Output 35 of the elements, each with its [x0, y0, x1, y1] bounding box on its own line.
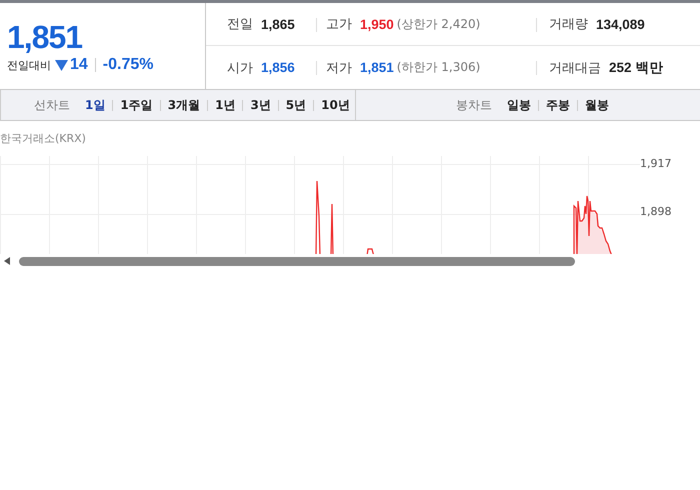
stat-note: (하한가 1,306)	[396, 59, 480, 76]
change-amount: 14	[70, 56, 88, 74]
stat-label: 저가	[326, 60, 352, 76]
period-tab[interactable]: 주봉	[546, 96, 570, 114]
period-tab[interactable]: 10년	[321, 96, 350, 114]
stat-value: 1,950	[360, 16, 394, 32]
change-label: 전일대비	[7, 58, 51, 72]
period-tab[interactable]: 월봉	[585, 96, 609, 114]
chart-type-label: 봉차트	[456, 96, 492, 114]
period-tab[interactable]: 1년	[215, 96, 236, 114]
stat-label: 고가	[326, 16, 352, 33]
data-source-label: 한국거래소(KRX)	[0, 131, 87, 147]
stat-label: 거래대금	[549, 60, 601, 76]
period-tab[interactable]: 5년	[286, 96, 306, 114]
current-price: 1,851	[7, 19, 84, 55]
scrollbar-thumb[interactable]	[19, 256, 575, 266]
chart-type-label: 선차트	[34, 96, 70, 114]
stat-value: 1,851	[360, 60, 394, 75]
stat-note: (상한가 2,420)	[396, 16, 480, 32]
period-tab[interactable]: 1주일	[120, 96, 153, 114]
stat-label: 전일	[227, 16, 253, 33]
period-tab[interactable]: 1일	[85, 96, 106, 114]
stat-label: 시가	[227, 60, 253, 76]
change-rate: -0.75%	[102, 56, 154, 74]
period-tab[interactable]: 3개월	[168, 96, 200, 114]
stat-value: 252 백만	[609, 58, 664, 76]
stat-value: 1,856	[261, 60, 295, 75]
stat-value: 1,865	[261, 16, 295, 32]
axis-label: 1,898	[640, 205, 672, 218]
stat-label: 거래량	[549, 16, 588, 33]
period-tab[interactable]: 일봉	[507, 96, 531, 114]
stat-value: 134,089	[596, 16, 645, 32]
scroll-left-icon[interactable]	[4, 257, 10, 265]
period-tab[interactable]: 3년	[250, 96, 271, 114]
axis-label: 1,917	[640, 157, 672, 170]
